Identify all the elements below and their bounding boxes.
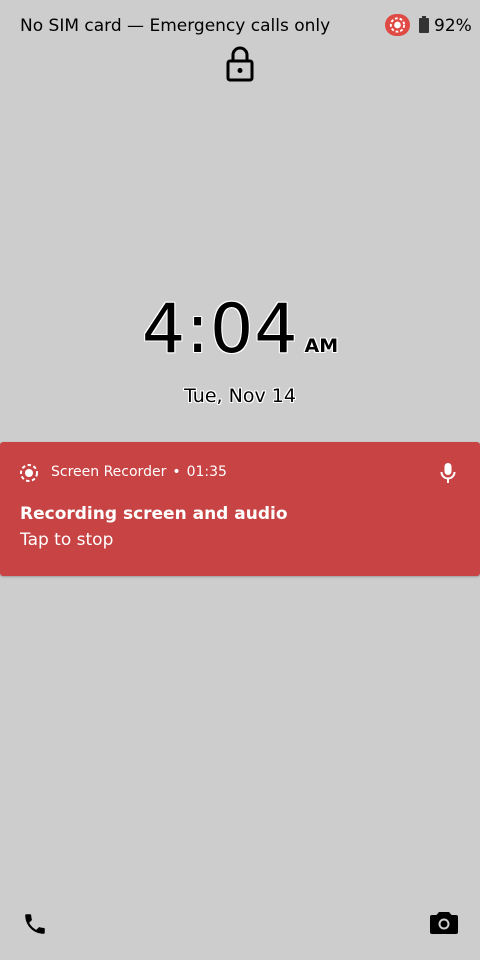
notification-elapsed-time: 01:35 — [186, 464, 227, 480]
screen-record-icon — [20, 464, 38, 482]
clock-time: 4:04 — [141, 290, 299, 369]
lock-icon[interactable] — [225, 45, 255, 83]
battery-icon — [419, 16, 429, 33]
lockscreen-date: Tue, Nov 14 — [184, 385, 296, 407]
screen-recorder-notification[interactable]: Screen Recorder • 01:35 Recording screen a… — [0, 442, 480, 576]
screen-record-icon — [389, 17, 406, 33]
notification-text: Tap to stop — [20, 530, 114, 550]
notification-app-name: Screen Recorder — [51, 464, 167, 480]
notification-separator: • — [172, 464, 181, 480]
battery-percentage: 92% — [434, 16, 472, 36]
phone-icon[interactable] — [22, 911, 48, 937]
clock-ampm: AM — [304, 335, 339, 357]
notification-title: Recording screen and audio — [20, 504, 288, 524]
screen-record-indicator — [385, 14, 410, 36]
microphone-icon — [440, 463, 456, 483]
notification-header: Screen Recorder • 01:35 — [51, 464, 227, 480]
carrier-status: No SIM card — Emergency calls only — [20, 16, 331, 36]
lockscreen-clock: 4:04 AM — [0, 290, 480, 369]
camera-icon[interactable] — [430, 910, 458, 936]
